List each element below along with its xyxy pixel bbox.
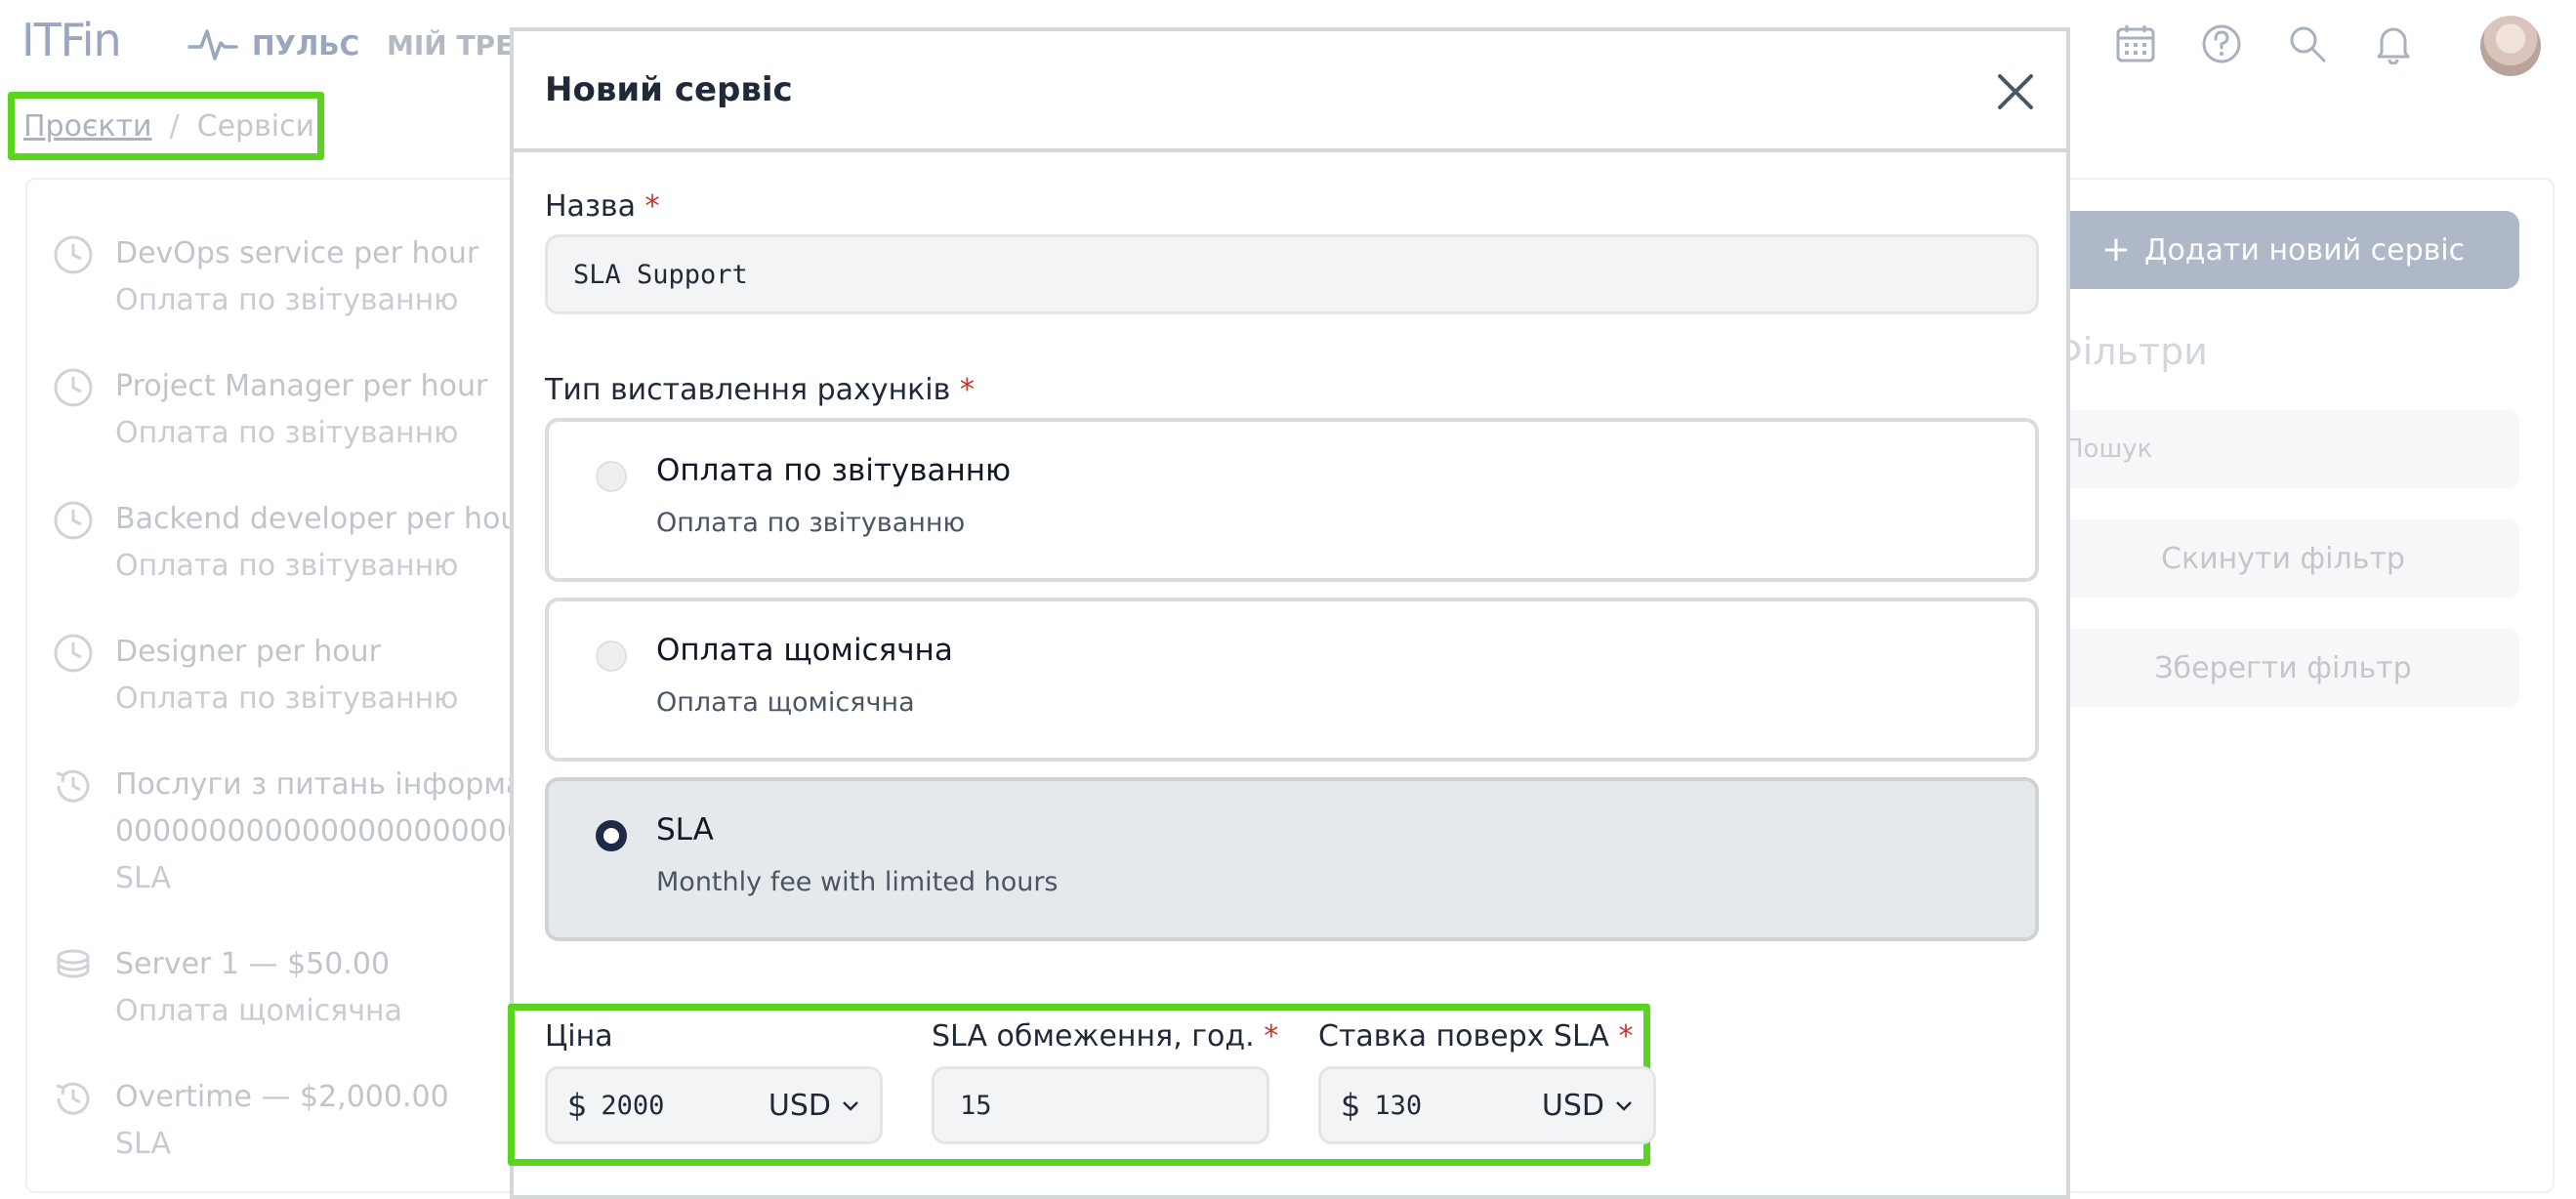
modal-title: Новий сервіс (545, 70, 793, 109)
price-currency-label: USD (768, 1088, 831, 1123)
modal-header: Новий сервіс (514, 31, 2066, 152)
service-billing: Оплата по звітуванню (115, 549, 459, 583)
service-billing: SLA (115, 1127, 171, 1161)
filter-search-input[interactable]: Пошук (2047, 410, 2519, 488)
service-name: Server 1 — $50.00 (115, 947, 391, 981)
chevron-down-icon (1616, 1101, 1632, 1111)
sla-limit-input[interactable]: 15 (932, 1066, 1269, 1144)
service-name: DevOps service per hour (115, 236, 479, 270)
price-value: 2000 (601, 1090, 665, 1121)
service-name: Designer per hour (115, 635, 381, 669)
service-name: Backend developer per hour (115, 502, 531, 536)
sla-limit-label-text: SLA обмеження, год. (932, 1019, 1255, 1054)
billing-option-sla[interactable]: SLA Monthly fee with limited hours (545, 777, 2039, 941)
help-icon[interactable] (2199, 21, 2244, 66)
list-item[interactable]: Designer per hour Оплата по звітуванню (53, 629, 458, 723)
name-label: Назва * (545, 189, 660, 224)
clock-history-icon (56, 769, 90, 803)
option-subtitle: Monthly fee with limited hours (656, 867, 1059, 897)
chevron-down-icon (843, 1101, 858, 1111)
service-billing: Оплата по звітуванню (115, 283, 459, 317)
close-icon[interactable] (1990, 66, 2041, 117)
breadcrumb-current: Сервіси (196, 109, 315, 144)
name-label-text: Назва (545, 189, 636, 224)
pulse-icon (187, 29, 238, 61)
dollar-icon: $ (1341, 1087, 1361, 1124)
option-title: SLA (656, 812, 714, 848)
required-mark: * (959, 373, 975, 407)
clock-icon (54, 235, 93, 274)
required-mark: * (1618, 1019, 1634, 1054)
dollar-icon: $ (567, 1087, 588, 1124)
app-logo[interactable]: ITFin (21, 14, 122, 66)
over-rate-label: Ставка поверх SLA * (1318, 1019, 1633, 1054)
option-subtitle: Оплата щомісячна (656, 687, 915, 718)
save-filter-button[interactable]: Зберегти фільтр (2047, 629, 2519, 707)
over-rate-input[interactable]: $ 130 USD (1318, 1066, 1656, 1144)
over-rate-value: 130 (1374, 1090, 1423, 1121)
radio-sla[interactable] (596, 820, 627, 851)
list-item[interactable]: DevOps service per hour Оплата по звітува… (53, 230, 478, 324)
sla-limit-label: SLA обмеження, год. * (932, 1019, 1278, 1054)
bell-icon[interactable] (2371, 21, 2416, 66)
price-label: Ціна (545, 1019, 613, 1054)
list-item[interactable]: Overtime — $2,000.00 SLA (53, 1074, 449, 1168)
option-subtitle: Оплата по звітуванню (656, 508, 966, 538)
list-item[interactable]: Backend developer per hour Оплата по звіт… (53, 496, 531, 590)
avatar[interactable] (2480, 16, 2541, 76)
billing-option-report[interactable]: Оплата по звітуванню Оплата по звітуванн… (545, 418, 2039, 582)
plus-icon: + (2100, 229, 2132, 269)
list-item[interactable]: Server 1 — $50.00 Оплата щомісячна (53, 941, 402, 1035)
price-input[interactable]: $ 2000 USD (545, 1066, 883, 1144)
nav-pulse[interactable]: ПУЛЬС (187, 25, 359, 64)
clock-icon (54, 634, 93, 673)
add-service-label: Додати новий сервіс (2144, 232, 2466, 268)
breadcrumb-projects-link[interactable]: Проєкти (23, 109, 152, 144)
nav-tracker[interactable]: МІЙ ТРЕКЕР (387, 29, 514, 62)
over-rate-currency-label: USD (1541, 1088, 1604, 1123)
service-billing: Оплата щомісячна (115, 994, 403, 1028)
search-icon[interactable] (2285, 21, 2330, 66)
option-title: Оплата по звітуванню (656, 453, 1012, 488)
service-name: Overtime — $2,000.00 (115, 1080, 449, 1114)
over-rate-currency-select[interactable]: USD (1542, 1089, 1634, 1123)
price-currency-select[interactable]: USD (769, 1089, 860, 1123)
list-item[interactable]: Project Manager per hour Оплата по звітув… (53, 363, 487, 457)
over-rate-label-text: Ставка поверх SLA (1318, 1019, 1609, 1054)
radio-monthly[interactable] (596, 641, 627, 672)
breadcrumb-separator: / (169, 109, 180, 144)
service-billing: Оплата по звітуванню (115, 682, 459, 716)
clock-icon (54, 368, 93, 407)
add-service-button[interactable]: + Додати новий сервіс (2047, 211, 2519, 289)
new-service-modal: Новий сервіс Назва * SLA Support Тип вис… (508, 27, 2070, 1199)
required-mark: * (1264, 1019, 1279, 1054)
breadcrumb: Проєкти / Сервіси (23, 109, 314, 144)
billing-type-label-text: Тип виставлення рахунків (545, 373, 951, 407)
option-title: Оплата щомісячна (656, 633, 953, 668)
calendar-icon[interactable] (2113, 21, 2158, 66)
billing-option-monthly[interactable]: Оплата щомісячна Оплата щомісячна (545, 598, 2039, 762)
billing-type-label: Тип виставлення рахунків * (545, 373, 975, 407)
clock-icon (54, 501, 93, 540)
required-mark: * (644, 189, 660, 224)
filters-title: Фільтри (2051, 330, 2208, 373)
coins-icon (57, 949, 90, 978)
radio-report[interactable] (596, 461, 627, 492)
service-name: Project Manager per hour (115, 369, 488, 403)
nav-pulse-label: ПУЛЬС (252, 28, 360, 62)
reset-filter-button[interactable]: Скинути фільтр (2047, 519, 2519, 598)
clock-history-icon (56, 1082, 90, 1115)
service-billing: Оплата по звітуванню (115, 416, 459, 450)
name-input[interactable]: SLA Support (545, 234, 2039, 314)
